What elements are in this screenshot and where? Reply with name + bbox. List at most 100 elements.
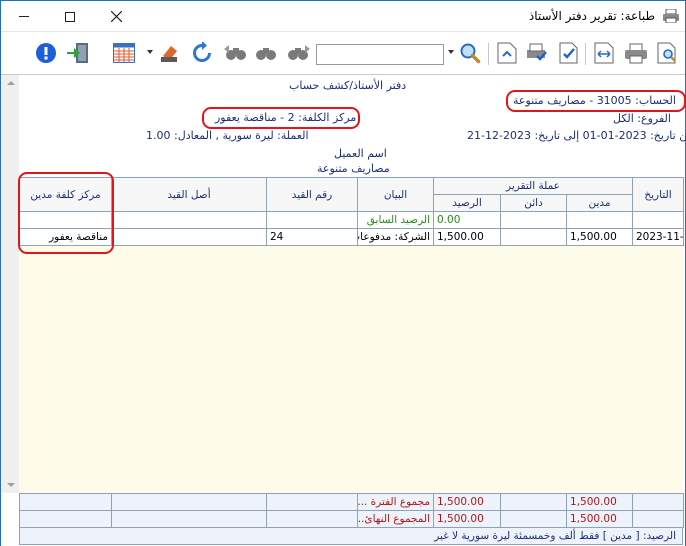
header-credit: دائن [500, 194, 567, 212]
document-check-icon [559, 42, 578, 64]
cell-statement: الرصيد السابق [357, 211, 434, 229]
period-total-debit: 1,500.00 [566, 493, 633, 511]
header-entry-origin: أصل القيد [111, 177, 267, 212]
period-total-label: مجموع الفترة ... [357, 493, 434, 511]
find-button[interactable] [253, 40, 279, 66]
cell-balance: 1,500.00 [433, 228, 501, 246]
totals-empty-cell [632, 510, 684, 528]
cell-debit [566, 211, 633, 229]
search-button[interactable] [457, 40, 483, 66]
scroll-up-icon[interactable] [7, 81, 15, 85]
page-width-button[interactable] [591, 40, 617, 66]
totals-empty-cell [111, 510, 267, 528]
balance-in-words: الرصيد: [ مدين ] فقط ألف وخمسمئة ليرة سو… [19, 528, 683, 545]
branches-label: الفروع: الكل [613, 112, 671, 125]
header-debit: مدين [566, 194, 633, 212]
highlight-oval-cost-center-column [18, 172, 114, 254]
totals-empty-cell [19, 493, 112, 511]
table-row[interactable]: مناقصة يعفور 24 الشركة: مدفوعات الصندوق:… [19, 228, 684, 246]
printer-icon [625, 43, 647, 64]
exit-button[interactable] [65, 40, 91, 66]
vertical-scrollbar[interactable] [2, 75, 19, 493]
help-button[interactable] [33, 40, 59, 66]
search-dropdown-arrow[interactable] [448, 50, 454, 54]
toolbar [1, 33, 685, 73]
header-entry-number: رقم القيد [266, 177, 358, 212]
totals-empty-cell [111, 493, 267, 511]
totals-empty-cell [266, 493, 358, 511]
cell-entry-origin [111, 228, 267, 246]
help-icon [36, 43, 56, 63]
report-canvas [19, 246, 683, 493]
totals-empty-cell [19, 510, 112, 528]
window-title: طباعة: تقرير دفتر الأستاذ [528, 9, 655, 23]
cell-date [632, 211, 684, 229]
refresh-button[interactable] [189, 40, 215, 66]
print-preview-button[interactable] [655, 40, 681, 66]
print-button[interactable] [623, 40, 649, 66]
print-window: طباعة: تقرير دفتر الأستاذ دفتر الأستاذ/ك… [0, 0, 686, 546]
minimize-button[interactable] [1, 1, 47, 32]
header-report-currency: عملة التقرير [433, 177, 633, 195]
totals-empty-cell [266, 510, 358, 528]
close-button[interactable] [93, 1, 139, 32]
cell-credit [500, 211, 567, 229]
table-row[interactable]: الرصيد السابق 0.00 [19, 211, 684, 229]
cell-balance: 0.00 [433, 211, 501, 229]
cell-statement: الشركة: مدفوعات الصندوق: 3 [357, 228, 434, 246]
report-heading: دفتر الأستاذ/كشف حساب [289, 79, 407, 92]
currency-label: العملة: ليرة سورية , المعادل: 1.00 [146, 129, 309, 142]
scroll-down-icon[interactable] [7, 483, 15, 487]
totals-table: مجموع الفترة ... 1,500.00 1,500.00 المجم… [19, 493, 684, 528]
calendar-button[interactable] [111, 40, 137, 66]
stamp-icon [161, 46, 177, 62]
export-icon [497, 42, 517, 64]
preview-icon [657, 42, 676, 64]
export-button[interactable] [494, 40, 520, 66]
print-check-icon [527, 43, 547, 61]
final-total-debit: 1,500.00 [566, 510, 633, 528]
search-icon [460, 43, 481, 64]
totals-row-period: مجموع الفترة ... 1,500.00 1,500.00 [19, 493, 684, 511]
maximize-button[interactable] [47, 1, 93, 32]
totals-empty-cell [632, 493, 684, 511]
title-bar: طباعة: تقرير دفتر الأستاذ [1, 1, 685, 32]
print-check-button[interactable] [524, 40, 550, 66]
binoculars-icon [256, 48, 276, 60]
totals-row-final: المجموع النهائ... 1,500.00 1,500.00 [19, 510, 684, 528]
search-input[interactable] [316, 44, 444, 65]
minimize-icon [19, 16, 29, 17]
cell-credit [500, 228, 567, 246]
binoculars-back-icon [224, 45, 246, 60]
toolbar-separator [488, 43, 489, 65]
header-statement: البيان [357, 177, 434, 212]
date-range-label: من تاريخ: 2023-01-01 إلى تاريخ: 2023-12-… [467, 129, 686, 142]
totals-empty-cell [500, 493, 567, 511]
toolbar-separator [585, 43, 586, 65]
calendar-icon [113, 43, 135, 63]
binoculars-forward-icon [288, 45, 310, 60]
calendar-dropdown-arrow[interactable] [147, 50, 153, 54]
cell-date: 2023-11-30 [632, 228, 684, 246]
cell-debit: 1,500.00 [566, 228, 633, 246]
period-total-balance: 1,500.00 [433, 493, 501, 511]
close-icon [110, 11, 122, 22]
printer-app-icon [663, 9, 679, 23]
refresh-icon [193, 42, 211, 62]
find-next-button[interactable] [285, 40, 311, 66]
maximize-icon [65, 11, 75, 22]
totals-empty-cell [500, 510, 567, 528]
find-previous-button[interactable] [223, 40, 249, 66]
ledger-table: مركز كلفة مدين أصل القيد رقم القيد البيا… [19, 177, 684, 246]
page-width-icon [594, 42, 614, 64]
cell-entry-number [266, 211, 358, 229]
final-total-balance: 1,500.00 [433, 510, 501, 528]
document-check-button[interactable] [556, 40, 582, 66]
stamp-button[interactable] [157, 40, 183, 66]
customer-name-value: مصاريف متنوعة [317, 162, 390, 175]
cell-entry-number: 24 [266, 228, 358, 246]
cost-center-label: مركز الكلفة: 2 - مناقصة يعفور [215, 111, 357, 124]
exit-icon [67, 43, 88, 63]
cell-entry-origin [111, 211, 267, 229]
header-date: التاريخ [632, 177, 684, 212]
